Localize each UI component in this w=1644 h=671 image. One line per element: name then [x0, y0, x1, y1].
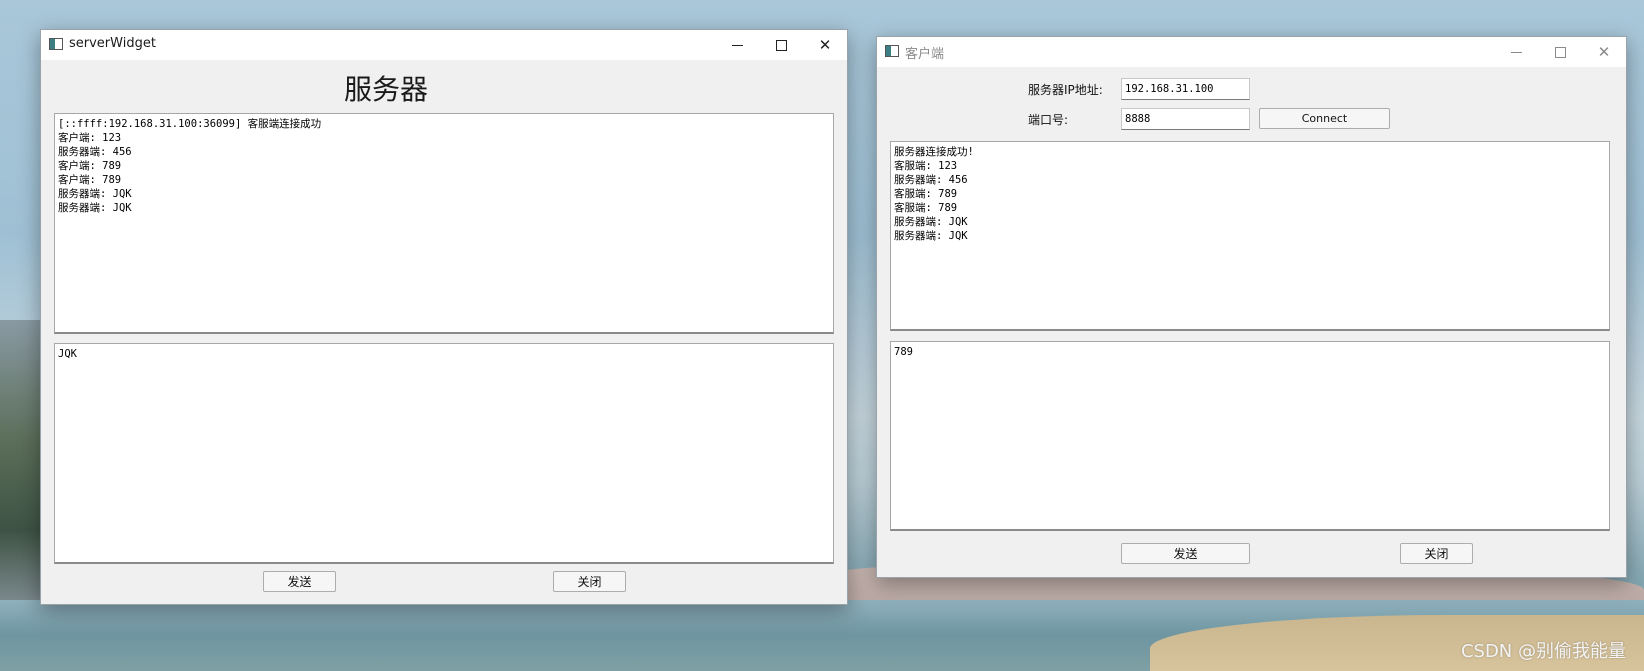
log-line: 客服端: 789 — [894, 202, 958, 214]
log-line: 客服端: 123 — [894, 160, 958, 172]
server-log-panel[interactable]: [::ffff:192.168.31.100:36099] 客服端连接成功 客户… — [54, 113, 834, 334]
maximize-button[interactable] — [759, 30, 803, 60]
maximize-icon — [775, 39, 787, 51]
close-button[interactable]: 关闭 — [553, 571, 626, 592]
client-message-input[interactable]: 789 — [890, 341, 1610, 531]
log-line: 服务器端: JQK — [58, 188, 132, 200]
connect-button[interactable]: Connect — [1259, 108, 1390, 129]
send-button[interactable]: 发送 — [1121, 543, 1250, 564]
watermark: CSDN @别偷我能量 — [1460, 641, 1626, 662]
server-heading: 服务器 — [344, 73, 429, 106]
log-line: 服务器端: 456 — [894, 174, 968, 186]
log-line: 客户端: 123 — [58, 132, 122, 144]
server-window: serverWidget ✕ 服务器 [::ffff:192.168.31.10… — [40, 29, 848, 605]
log-line: 服务器端: JQK — [894, 216, 968, 228]
maximize-button[interactable] — [1538, 37, 1582, 67]
close-window-button[interactable]: ✕ — [1582, 37, 1626, 67]
port-input[interactable] — [1121, 108, 1250, 130]
ip-address-input[interactable] — [1121, 78, 1250, 100]
minimize-button[interactable] — [1494, 37, 1538, 67]
close-button[interactable]: 关闭 — [1400, 543, 1473, 564]
log-line: 客户端: 789 — [58, 174, 122, 186]
log-line: 服务器端: JQK — [58, 202, 132, 214]
app-icon — [885, 45, 899, 57]
log-line: 服务器端: 456 — [58, 146, 132, 158]
minimize-icon — [1510, 51, 1522, 53]
minimize-button[interactable] — [715, 30, 759, 60]
ip-label: 服务器IP地址: — [1028, 83, 1103, 97]
log-line: 服务器端: JQK — [894, 230, 968, 242]
client-titlebar[interactable]: 客户端 ✕ — [877, 37, 1626, 67]
port-label: 端口号: — [1028, 113, 1069, 127]
server-window-title: serverWidget — [69, 36, 156, 51]
client-window: 客户端 ✕ 服务器IP地址: 端口号: Connect 服务器连接成功! 客服端… — [876, 36, 1627, 578]
log-line: 客户端: 789 — [58, 160, 122, 172]
log-line: 服务器连接成功! — [894, 146, 974, 158]
maximize-icon — [1554, 46, 1566, 58]
log-line: 客服端: 789 — [894, 188, 958, 200]
message-text: JQK — [58, 348, 77, 360]
message-text: 789 — [894, 346, 913, 358]
log-line: [::ffff:192.168.31.100:36099] 客服端连接成功 — [58, 118, 322, 130]
client-window-title: 客户端 — [905, 47, 945, 62]
app-icon — [49, 38, 63, 50]
server-message-input[interactable]: JQK — [54, 343, 834, 564]
close-icon: ✕ — [1597, 43, 1611, 61]
server-titlebar[interactable]: serverWidget ✕ — [41, 30, 847, 60]
close-window-button[interactable]: ✕ — [803, 30, 847, 60]
minimize-icon — [731, 44, 743, 46]
client-log-panel[interactable]: 服务器连接成功! 客服端: 123 服务器端: 456 客服端: 789 客服端… — [890, 141, 1610, 331]
close-icon: ✕ — [818, 36, 832, 54]
send-button[interactable]: 发送 — [263, 571, 336, 592]
